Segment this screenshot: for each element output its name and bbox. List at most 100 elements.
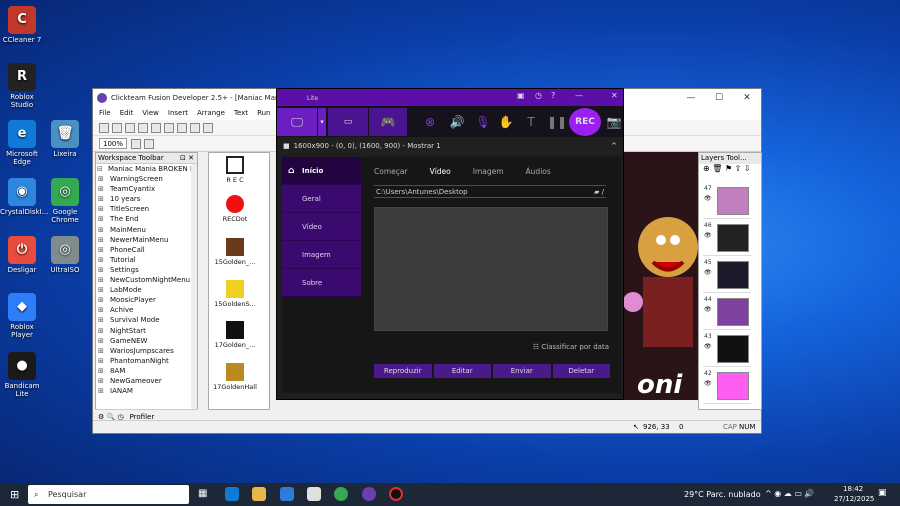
frame-item[interactable]: PhantomanNight <box>96 356 197 366</box>
timer-icon[interactable]: ◷ <box>535 91 542 100</box>
game-mode-button[interactable]: 🎮 <box>369 108 407 136</box>
rec-button[interactable]: REC <box>569 108 601 136</box>
frame-editor-canvas[interactable]: oni <box>613 152 699 400</box>
object-item[interactable]: R E C <box>209 156 261 184</box>
maximize-icon[interactable]: ☐ <box>705 89 733 106</box>
close-icon[interactable]: ✕ <box>733 89 761 106</box>
chrome-icon[interactable] <box>334 487 348 501</box>
tab-item[interactable]: Imagem <box>473 167 504 176</box>
sidebar-item[interactable]: ⌂ Início <box>282 157 361 185</box>
frame-item[interactable]: Settings <box>96 265 197 275</box>
frame-item[interactable]: MainMenu <box>96 225 197 235</box>
frame-item[interactable]: NewerMainMenu <box>96 235 197 245</box>
webcam-off-icon[interactable]: ⊗ <box>417 108 443 136</box>
run-icon[interactable] <box>203 122 213 133</box>
frame-item[interactable]: PhoneCall <box>96 245 197 255</box>
mic-off-icon[interactable]: 🎙 <box>473 108 493 136</box>
mouse-effect-icon[interactable]: ✋ <box>497 108 515 136</box>
speaker-icon[interactable]: 🔊 <box>447 108 467 136</box>
frame-item[interactable]: Tutorial <box>96 255 197 265</box>
eye-icon[interactable]: 👁 <box>704 195 712 202</box>
frame-item[interactable]: TeamCyantix <box>96 184 197 194</box>
text-overlay-icon[interactable]: T <box>522 108 540 136</box>
menu-item[interactable]: Edit <box>120 109 134 117</box>
eye-icon[interactable]: 👁 <box>704 380 712 387</box>
frame-item[interactable]: TitleScreen <box>96 204 197 214</box>
desktop-icon-6[interactable]: ⏻ Desligar <box>0 236 44 274</box>
layer-item[interactable]: 47 👁 <box>703 185 751 219</box>
desktop-icon-8[interactable]: ◆ Roblox Player <box>0 293 44 339</box>
frame-item[interactable]: NewGameover <box>96 376 197 386</box>
new-icon[interactable] <box>99 122 109 133</box>
store-icon[interactable] <box>307 487 321 501</box>
eye-icon[interactable]: 👁 <box>704 269 712 276</box>
frame-item[interactable]: WarningScreen <box>96 174 197 184</box>
action-button[interactable]: Editar <box>433 364 491 378</box>
task-view-icon[interactable]: ▦ <box>198 488 207 499</box>
copy-icon[interactable] <box>151 122 161 133</box>
recordings-list[interactable] <box>374 207 608 331</box>
layer-item[interactable]: 45 👁 <box>703 259 751 293</box>
undo-icon[interactable] <box>177 122 187 133</box>
menu-item[interactable]: View <box>142 109 159 117</box>
frame-item[interactable]: GameNEW <box>96 336 197 346</box>
tab-item[interactable]: Começar <box>374 167 408 176</box>
redo-icon[interactable] <box>190 122 200 133</box>
frame-item[interactable]: IANAM <box>96 386 197 396</box>
folder-icon[interactable]: ▣ <box>517 91 525 100</box>
sidebar-item[interactable]: Sobre <box>282 269 361 297</box>
tab-item[interactable]: Vídeo <box>430 167 451 176</box>
cut-icon[interactable] <box>138 122 148 133</box>
collapse-icon[interactable]: ^ <box>611 142 617 150</box>
close-icon[interactable]: ✕ <box>611 91 618 100</box>
frame-item[interactable]: Survival Mode <box>96 315 197 325</box>
object-item[interactable]: RECDot <box>209 195 261 223</box>
desktop-icon-4[interactable]: ◉ CrystalDiskI... <box>0 178 48 216</box>
folder-open-icon[interactable]: ▰ / <box>594 186 604 198</box>
sidebar-item[interactable]: Geral <box>282 185 361 213</box>
grid-icon[interactable] <box>131 138 142 149</box>
object-item[interactable]: 17Golden_... <box>209 321 261 349</box>
frame-item[interactable]: WariosJumpscares <box>96 346 197 356</box>
screenshot-icon[interactable]: 📷 <box>605 108 623 136</box>
desktop-icon-3[interactable]: 🗑 Lixeira <box>43 120 87 158</box>
eye-icon[interactable]: 👁 <box>704 306 712 313</box>
action-button[interactable]: Deletar <box>552 364 610 378</box>
file-explorer-icon[interactable] <box>252 487 266 501</box>
desktop-icon-9[interactable]: ● Bandicam Lite <box>0 352 44 398</box>
zoom-select[interactable]: 100% <box>99 138 128 149</box>
frame-item[interactable]: 8AM <box>96 366 197 376</box>
action-button[interactable]: Reproduzir <box>374 364 432 378</box>
open-icon[interactable] <box>112 122 122 133</box>
hdmi-mode-button[interactable]: ▭ <box>328 108 368 136</box>
eye-icon[interactable]: 👁 <box>704 232 712 239</box>
object-item[interactable]: 15Golden_... <box>209 238 261 266</box>
menu-item[interactable]: Insert <box>168 109 188 117</box>
layer-item[interactable]: 42 👁 <box>703 370 751 404</box>
snap-icon[interactable] <box>144 138 155 149</box>
menu-item[interactable]: Text <box>234 109 248 117</box>
frame-item[interactable]: 10 years <box>96 194 197 204</box>
edge-icon[interactable] <box>225 487 239 501</box>
clock-date[interactable]: 27/12/2025 <box>834 495 874 503</box>
output-path[interactable]: C:\Users\Antunes\Desktop ▰ / <box>374 185 606 198</box>
sidebar-item[interactable]: Imagem <box>282 241 361 269</box>
pin-icon[interactable]: ⊡ ✕ <box>180 153 194 164</box>
eye-icon[interactable]: 👁 <box>704 343 712 350</box>
desktop-icon-1[interactable]: R Roblox Studio <box>0 63 44 109</box>
frame-item[interactable]: NightStart <box>96 326 197 336</box>
save-icon[interactable] <box>125 122 135 133</box>
notification-icon[interactable]: ▣ <box>878 488 887 498</box>
workspace-scrollbar[interactable] <box>191 164 197 409</box>
workspace-root[interactable]: Maniac Mania BROKEN PAST <box>96 164 197 174</box>
mode-dropdown-icon[interactable]: ▾ <box>318 108 326 136</box>
minimize-icon[interactable]: — <box>677 89 705 106</box>
taskbar-search[interactable]: ⌕ Pesquisar <box>28 485 189 504</box>
frame-item[interactable]: NewCustomNightMenu <box>96 275 197 285</box>
layer-item[interactable]: 44 👁 <box>703 296 751 330</box>
frame-item[interactable]: MoosicPlayer <box>96 295 197 305</box>
frame-item[interactable]: LabMode <box>96 285 197 295</box>
help-icon[interactable]: ? <box>551 91 555 100</box>
action-button[interactable]: Enviar <box>493 364 551 378</box>
layer-item[interactable]: 43 👁 <box>703 333 751 367</box>
